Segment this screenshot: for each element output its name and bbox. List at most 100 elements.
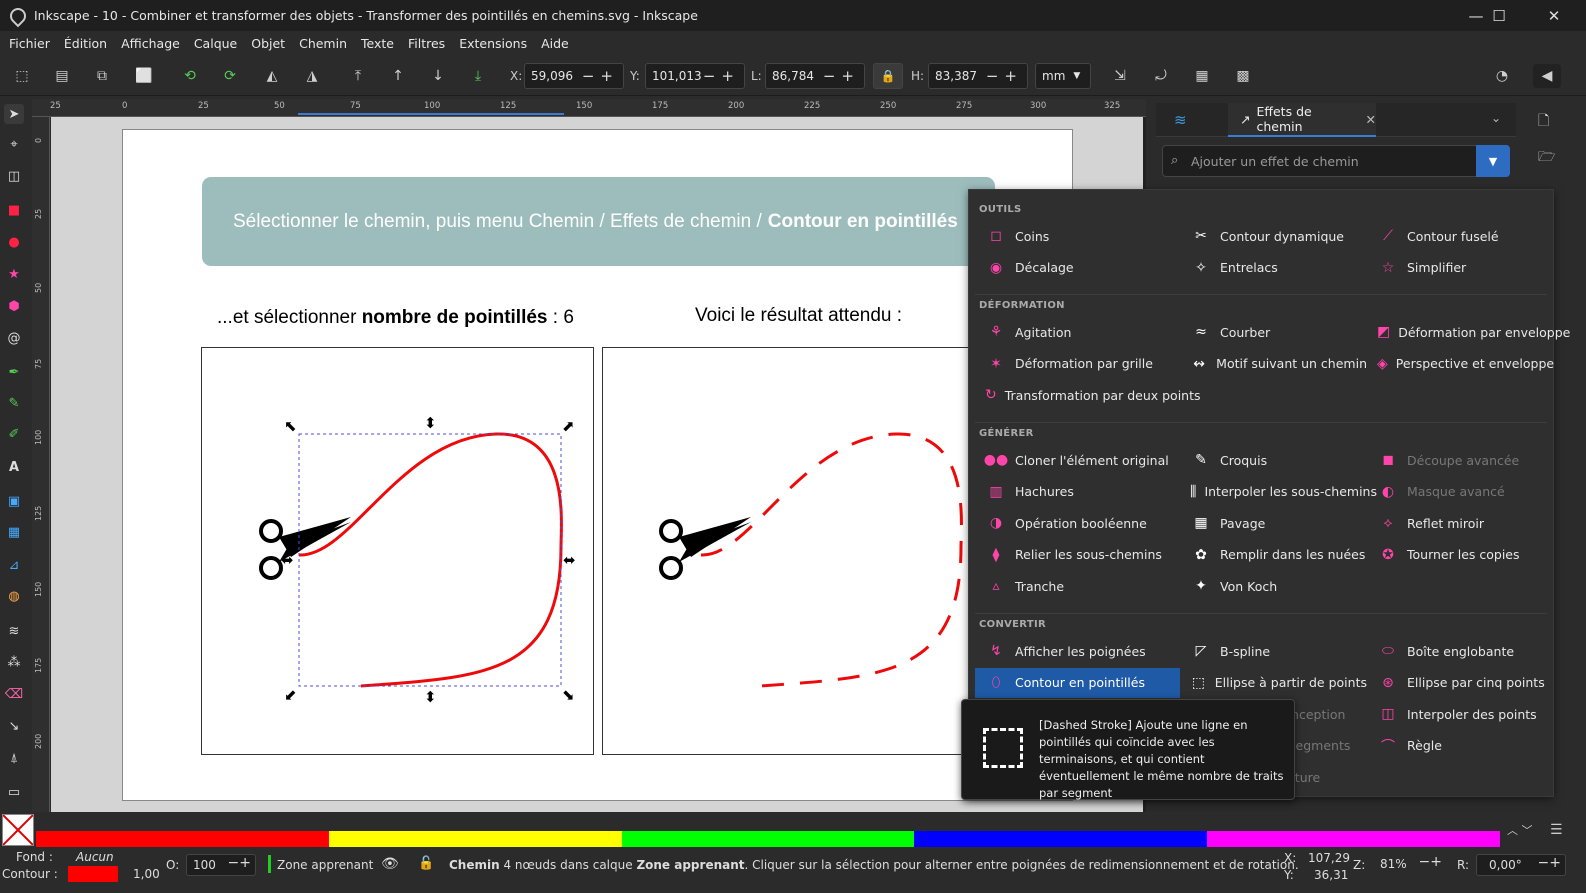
star-tool-icon[interactable]: ★	[4, 264, 24, 284]
menu-calque[interactable]: Calque	[187, 36, 244, 51]
x-stepper-icon[interactable]: −+	[582, 67, 619, 85]
flip-horizontal-icon[interactable]: ◭	[262, 66, 282, 86]
effect-item-tranche[interactable]: ▵ Tranche	[975, 571, 1180, 601]
flip-vertical-icon[interactable]: ◮	[302, 66, 322, 86]
select-all-layers-icon[interactable]: ▤	[52, 66, 72, 86]
scissors-icon[interactable]	[259, 517, 351, 580]
x-field[interactable]: 59,096 −+	[524, 63, 624, 89]
effect-item-von-koch[interactable]: ✦ Von Koch	[1180, 571, 1367, 601]
effect-item-pavage[interactable]: ▦ Pavage	[1180, 508, 1367, 538]
rotation-field[interactable]: 0,00° −+	[1476, 854, 1566, 876]
rotate-ccw-icon[interactable]: ⟲	[180, 66, 200, 86]
effect-item-découpe-avancée[interactable]: ◼ Découpe avancée	[1367, 445, 1551, 475]
effect-item-contour-en-pointillés[interactable]: ⬯ Contour en pointillés	[975, 667, 1180, 698]
layer-visibility-icon[interactable]: 👁	[381, 856, 399, 872]
lock-ratio-button[interactable]: 🔒	[873, 63, 903, 89]
paint-bucket-tool-icon[interactable]: ◍	[4, 586, 24, 606]
rotation-stepper-icon[interactable]: −+	[1538, 855, 1561, 871]
horizontal-ruler[interactable]: 25 0 25 50 75 100 125 150 175 200 225 25…	[32, 99, 1146, 117]
effect-item-simplifier[interactable]: ☆ Simplifier	[1367, 253, 1551, 283]
effect-item-afficher-les-poignées[interactable]: ↯ Afficher les poignées	[975, 636, 1180, 666]
effect-item-croquis[interactable]: ✎ Croquis	[1180, 445, 1367, 475]
maximize-button[interactable]: ☐	[1476, 0, 1522, 31]
effect-search-input[interactable]: ⌕ Ajouter un effet de chemin	[1162, 145, 1510, 177]
palette-swatch[interactable]	[914, 831, 1208, 847]
tab-path-effects[interactable]: ↗ Effets de chemin ✕	[1228, 103, 1376, 137]
mesh-tool-icon[interactable]: ▦	[4, 522, 24, 542]
selected-path[interactable]	[298, 432, 563, 688]
node-tool-icon[interactable]: ⌖	[4, 134, 24, 154]
zoom-stepper-icon[interactable]: −+	[1419, 854, 1442, 870]
palette-menu-icon[interactable]: ☰	[1550, 822, 1563, 838]
connector-tool-icon[interactable]: ↘	[4, 716, 24, 736]
w-field[interactable]: 86,784 −+	[765, 63, 865, 89]
transform-patterns-icon[interactable]: ▩	[1233, 66, 1253, 86]
h-stepper-icon[interactable]: −+	[986, 67, 1023, 85]
h-field[interactable]: 83,387 −+	[928, 63, 1028, 89]
shape-builder-icon[interactable]: ◫	[4, 166, 24, 186]
effect-item-opération-booléenne[interactable]: ◑ Opération booléenne	[975, 508, 1180, 538]
pen-tool-icon[interactable]: ✒	[4, 362, 24, 382]
3d-box-tool-icon[interactable]: ⬢	[4, 296, 24, 316]
scale-corners-icon[interactable]: ⤾	[1151, 66, 1171, 86]
new-document-icon[interactable]: 🗋	[1538, 110, 1549, 134]
menu-edition[interactable]: Édition	[57, 36, 114, 51]
y-stepper-icon[interactable]: −+	[703, 67, 740, 85]
menu-chemin[interactable]: Chemin	[292, 36, 354, 51]
dropper-tool-icon[interactable]: ⊿	[4, 555, 24, 575]
menu-fichier[interactable]: Fichier	[2, 36, 57, 51]
effect-item-contour-dynamique[interactable]: ✂ Contour dynamique	[1180, 221, 1367, 251]
effect-item-déformation-par-grille[interactable]: ✶ Déformation par grille	[975, 349, 1180, 379]
unit-select[interactable]: mm ▼	[1035, 63, 1091, 89]
y-field[interactable]: 101,013 −+	[645, 63, 745, 89]
menu-filtres[interactable]: Filtres	[401, 36, 452, 51]
spray-tool-icon[interactable]: ⁂	[4, 652, 24, 672]
menu-aide[interactable]: Aide	[534, 36, 576, 51]
gradient-tool-icon[interactable]: ▣	[4, 491, 24, 511]
effect-item-cloner-l-élément-original[interactable]: ●● Cloner l'élément original	[975, 445, 1180, 475]
open-folder-icon[interactable]: 🗁	[1538, 146, 1555, 170]
stroke-swatch[interactable]	[68, 866, 118, 882]
spiral-tool-icon[interactable]: @	[4, 328, 24, 348]
close-button[interactable]: ✕	[1522, 0, 1586, 31]
menu-texte[interactable]: Texte	[354, 36, 401, 51]
select-same-icon[interactable]: ⧉	[92, 66, 112, 86]
menu-objet[interactable]: Objet	[244, 36, 292, 51]
effect-item-décalage[interactable]: ◉ Décalage	[975, 253, 1180, 283]
effect-item-courber[interactable]: ≈ Courber	[1180, 317, 1367, 347]
selector-tool-icon[interactable]: ➤	[4, 104, 24, 124]
effect-item-ellipse-par-cinq-points[interactable]: ⊛ Ellipse par cinq points	[1367, 668, 1551, 698]
commands-toggle-icon[interactable]: ◀	[1533, 64, 1561, 88]
effect-item-interpoler-les-sous-chemins[interactable]: ⫼ Interpoler les sous-chemins	[1180, 477, 1377, 507]
menu-affichage[interactable]: Affichage	[114, 36, 187, 51]
effect-item-agitation[interactable]: ⚘ Agitation	[975, 317, 1180, 347]
pages-tool-icon[interactable]: ▭	[4, 782, 24, 802]
effect-item-masque-avancé[interactable]: ◐ Masque avancé	[1367, 477, 1551, 507]
effect-item-motif-suivant-un-chemin[interactable]: ↭ Motif suivant un chemin	[1180, 349, 1367, 379]
raise-top-icon[interactable]: ⤒	[348, 66, 368, 86]
zoom-field[interactable]: 81% −+	[1372, 854, 1446, 876]
effect-item-boîte-englobante[interactable]: ⬭ Boîte englobante	[1367, 636, 1551, 666]
effect-item-tourner-les-copies[interactable]: ✪ Tourner les copies	[1367, 540, 1551, 570]
layers-icon[interactable]: ≋	[1174, 111, 1187, 129]
opacity-field[interactable]: 100 −+	[186, 854, 256, 876]
effect-item-hachures[interactable]: ▥ Hachures	[975, 477, 1180, 507]
no-color-swatch[interactable]	[2, 814, 34, 846]
eraser-tool-icon[interactable]: ⌫	[4, 684, 24, 704]
tweak-tool-icon[interactable]: ≋	[4, 621, 24, 641]
layer-lock-icon[interactable]: 🔓	[418, 856, 434, 871]
lower-icon[interactable]: ↓	[428, 66, 448, 86]
effect-item-transformation-par-deux-points[interactable]: ↻ Transformation par deux points	[975, 380, 1201, 410]
select-all-icon[interactable]: ⬚	[12, 66, 32, 86]
scale-stroke-icon[interactable]: ⇲	[1110, 66, 1130, 86]
effect-item-remplir-dans-les-nuées[interactable]: ✿ Remplir dans les nuées	[1180, 540, 1367, 570]
effect-item-reflet-miroir[interactable]: ⟡ Reflet miroir	[1367, 508, 1551, 538]
rotate-cw-icon[interactable]: ⟳	[220, 66, 240, 86]
snap-icon[interactable]: ◔	[1492, 66, 1512, 86]
opacity-stepper-icon[interactable]: −+	[228, 855, 251, 871]
effect-item-ellipse-à-partir-de-points[interactable]: ⬚ Ellipse à partir de points	[1180, 668, 1367, 698]
current-layer[interactable]: Zone apprenant	[277, 858, 373, 872]
calligraphy-tool-icon[interactable]: ✐	[4, 424, 24, 444]
effect-item-perspective-et-enveloppe[interactable]: ◈ Perspective et enveloppe	[1367, 349, 1554, 379]
effect-item-règle[interactable]: ⌒ Règle	[1367, 731, 1551, 761]
